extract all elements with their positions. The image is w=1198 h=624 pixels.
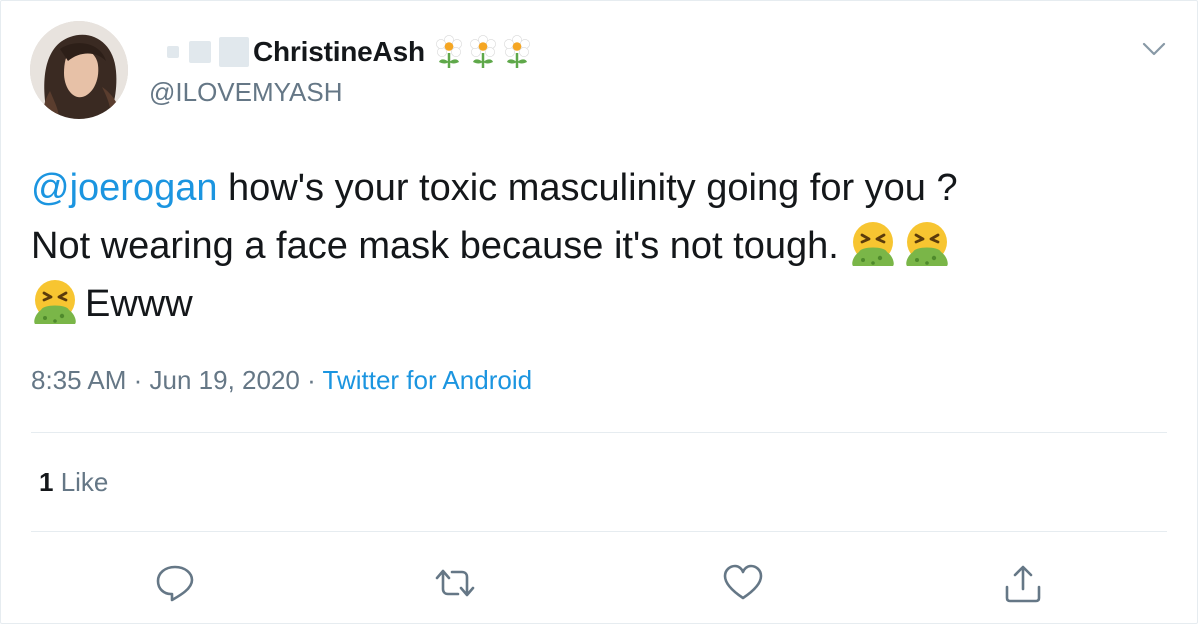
redacted-block xyxy=(189,41,211,63)
display-name-row[interactable]: ChristineAsh xyxy=(149,32,537,72)
tweet-text-segment: Ewww xyxy=(85,283,193,325)
meta-separator: · xyxy=(126,365,150,395)
tweet-line-2: Not wearing a face mask because it's not… xyxy=(31,217,1151,275)
meta-separator: · xyxy=(299,365,323,395)
reply-button[interactable] xyxy=(153,561,197,605)
tweet-time[interactable]: 8:35 AM xyxy=(31,365,126,395)
chevron-down-icon xyxy=(1142,42,1166,56)
flower-emoji-icon xyxy=(469,35,496,68)
retweet-button[interactable] xyxy=(433,561,477,605)
heart-icon xyxy=(723,564,763,600)
divider xyxy=(31,531,1167,532)
more-options-button[interactable] xyxy=(1141,39,1167,59)
display-name[interactable]: ChristineAsh xyxy=(253,36,425,68)
tweet-source-link[interactable]: Twitter for Android xyxy=(323,365,533,395)
like-button[interactable] xyxy=(721,561,765,605)
vomiting-face-emoji-icon xyxy=(906,222,949,266)
flower-emoji-icon xyxy=(503,35,530,68)
like-label: Like xyxy=(53,467,109,497)
tweet-card: ChristineAsh @ILOVEMYASH @joerogan how's… xyxy=(0,0,1198,624)
tweet-line-3: Ewww xyxy=(31,275,1151,333)
avatar[interactable] xyxy=(30,21,128,119)
share-icon xyxy=(1005,565,1041,603)
redacted-block xyxy=(167,46,179,58)
tweet-date[interactable]: Jun 19, 2020 xyxy=(150,365,300,395)
tweet-text-segment: how's your toxic masculinity going for y… xyxy=(217,167,958,209)
share-button[interactable] xyxy=(1001,561,1045,605)
like-count: 1 xyxy=(39,467,54,497)
tweet-line-1: @joerogan how's your toxic masculinity g… xyxy=(31,159,1151,217)
tweet-text-segment: Not wearing a face mask because it's not… xyxy=(31,225,839,267)
divider xyxy=(31,432,1167,433)
vomiting-face-emoji-icon xyxy=(34,280,76,324)
mention-link[interactable]: @joerogan xyxy=(31,167,217,209)
tweet-meta: 8:35 AM · Jun 19, 2020 · Twitter for And… xyxy=(31,365,532,396)
name-emoji-group xyxy=(435,35,537,69)
vomiting-face-emoji-icon xyxy=(852,222,895,266)
retweet-icon xyxy=(435,569,475,597)
redacted-block xyxy=(219,37,249,67)
tweet-stats[interactable]: 1 Like xyxy=(39,467,108,498)
tweet-text: @joerogan how's your toxic masculinity g… xyxy=(31,159,1151,333)
reply-icon xyxy=(156,565,194,602)
flower-emoji-icon xyxy=(435,35,462,68)
profile-photo-icon xyxy=(30,21,128,119)
user-handle[interactable]: @ILOVEMYASH xyxy=(149,77,343,108)
